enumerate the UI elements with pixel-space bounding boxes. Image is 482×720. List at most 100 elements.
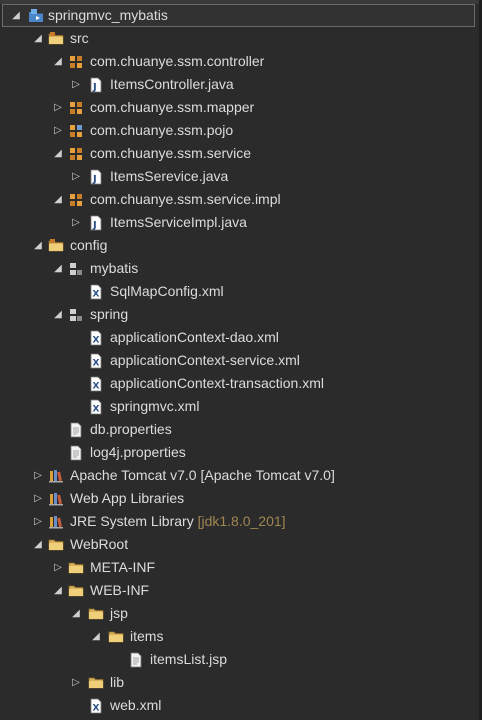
tree-item-items-list-jsp[interactable]: itemsList.jsp	[0, 648, 479, 671]
tree-item-jre-library[interactable]: ▷ JRE System Library [jdk1.8.0_201]	[0, 510, 479, 533]
expand-arrow-icon[interactable]: ▷	[70, 211, 82, 234]
tree-item-label: Apache Tomcat v7.0 [Apache Tomcat v7.0]	[70, 467, 335, 483]
tree-item-items-controller[interactable]: ▷ ItemsController.java	[0, 73, 479, 96]
tree-item-items-service-impl[interactable]: ▷ ItemsServiceImpl.java	[0, 211, 479, 234]
tree-item-items-serevice[interactable]: ▷ ItemsSerevice.java	[0, 165, 479, 188]
expand-arrow-icon[interactable]: ▷	[52, 556, 64, 579]
tree-item-label: lib	[110, 674, 125, 690]
tree-item-label: com.chuanye.ssm.pojo	[90, 122, 234, 138]
tree-item-project[interactable]: ◢ springmvc_mybatis	[2, 4, 475, 27]
folder-icon	[68, 583, 84, 599]
expand-arrow-icon[interactable]: ▷	[52, 119, 64, 142]
tree-item-mapper-package[interactable]: ▷ com.chuanye.ssm.mapper	[0, 96, 479, 119]
tree-item-log4j-properties[interactable]: log4j.properties	[0, 441, 479, 464]
tree-item-context-transaction[interactable]: applicationContext-transaction.xml	[0, 372, 479, 395]
tree-item-springmvc-xml[interactable]: springmvc.xml	[0, 395, 479, 418]
collapse-arrow-icon[interactable]: ◢	[10, 4, 22, 27]
tree-item-label: ItemsController.java	[110, 76, 234, 92]
collapse-arrow-icon[interactable]: ◢	[32, 234, 44, 257]
tree-item-sqlmapconfig[interactable]: SqlMapConfig.xml	[0, 280, 479, 303]
tree-item-label: com.chuanye.ssm.controller	[90, 53, 265, 69]
expand-arrow-icon[interactable]: ▷	[32, 487, 44, 510]
tree-item-lib[interactable]: ▷ lib	[0, 671, 479, 694]
source-folder-icon	[48, 31, 64, 47]
collapse-arrow-icon[interactable]: ◢	[32, 533, 44, 556]
expand-arrow-icon[interactable]: ▷	[52, 96, 64, 119]
tree-item-label: META-INF	[90, 559, 156, 575]
tree-item-service-impl-package[interactable]: ◢ com.chuanye.ssm.service.impl	[0, 188, 479, 211]
tree-item-label: applicationContext-dao.xml	[110, 329, 279, 345]
expand-arrow-icon[interactable]: ▷	[32, 464, 44, 487]
project-tree: ◢ springmvc_mybatis ◢ src ◢ com.chuanye.…	[0, 4, 479, 717]
tree-item-db-properties[interactable]: db.properties	[0, 418, 479, 441]
tree-item-context-service[interactable]: applicationContext-service.xml	[0, 349, 479, 372]
text-file-icon	[128, 652, 144, 668]
tree-item-context-dao[interactable]: applicationContext-dao.xml	[0, 326, 479, 349]
tree-item-label: web.xml	[110, 697, 162, 713]
text-file-icon	[68, 422, 84, 438]
text-file-icon	[68, 445, 84, 461]
tree-item-label: WebRoot	[70, 536, 129, 552]
tree-item-service-package[interactable]: ◢ com.chuanye.ssm.service	[0, 142, 479, 165]
xml-file-icon	[88, 353, 104, 369]
tree-item-label: log4j.properties	[90, 444, 186, 460]
tree-item-label: spring	[90, 306, 129, 322]
xml-file-icon	[88, 284, 104, 300]
tree-item-meta-inf[interactable]: ▷ META-INF	[0, 556, 479, 579]
expand-arrow-icon[interactable]: ▷	[32, 510, 44, 533]
tree-item-label: applicationContext-transaction.xml	[110, 375, 324, 391]
tree-item-label: src	[70, 30, 89, 46]
tree-item-label: WEB-INF	[90, 582, 150, 598]
tree-item-items[interactable]: ◢ items	[0, 625, 479, 648]
xml-file-icon	[88, 330, 104, 346]
tree-item-label: applicationContext-service.xml	[110, 352, 300, 368]
expand-arrow-icon[interactable]: ▷	[70, 165, 82, 188]
tree-item-mybatis[interactable]: ◢ mybatis	[0, 257, 479, 280]
tree-item-tomcat[interactable]: ▷ Apache Tomcat v7.0 [Apache Tomcat v7.0…	[0, 464, 479, 487]
collapse-arrow-icon[interactable]: ◢	[52, 50, 64, 73]
collapse-arrow-icon[interactable]: ◢	[32, 27, 44, 50]
tree-item-webapp-libraries[interactable]: ▷ Web App Libraries	[0, 487, 479, 510]
package-icon	[68, 192, 84, 208]
java-project-icon	[28, 8, 44, 24]
tree-item-label: com.chuanye.ssm.service.impl	[90, 191, 281, 207]
package-folder-icon	[68, 307, 84, 323]
tree-item-pojo-package[interactable]: ▷ com.chuanye.ssm.pojo	[0, 119, 479, 142]
folder-icon	[68, 560, 84, 576]
expand-arrow-icon[interactable]: ▷	[70, 671, 82, 694]
jre-version-decoration: [jdk1.8.0_201]	[197, 513, 286, 529]
tree-item-config[interactable]: ◢ config	[0, 234, 479, 257]
tree-item-jsp[interactable]: ◢ jsp	[0, 602, 479, 625]
tree-item-webroot[interactable]: ◢ WebRoot	[0, 533, 479, 556]
collapse-arrow-icon[interactable]: ◢	[52, 303, 64, 326]
xml-file-icon	[88, 399, 104, 415]
collapse-arrow-icon[interactable]: ◢	[52, 579, 64, 602]
xml-file-icon	[88, 376, 104, 392]
tree-item-label: config	[70, 237, 108, 253]
expand-arrow-icon[interactable]: ▷	[70, 73, 82, 96]
tree-item-label: JRE System Library [jdk1.8.0_201]	[70, 510, 286, 533]
tree-item-src[interactable]: ◢ src	[0, 27, 479, 50]
tree-item-label: springmvc_mybatis	[48, 7, 168, 23]
tree-item-web-inf[interactable]: ◢ WEB-INF	[0, 579, 479, 602]
java-file-icon	[88, 215, 104, 231]
package-icon	[68, 123, 84, 139]
collapse-arrow-icon[interactable]: ◢	[52, 257, 64, 280]
collapse-arrow-icon[interactable]: ◢	[52, 188, 64, 211]
tree-item-label: items	[130, 628, 164, 644]
collapse-arrow-icon[interactable]: ◢	[90, 625, 102, 648]
package-icon	[68, 146, 84, 162]
tree-item-controller-package[interactable]: ◢ com.chuanye.ssm.controller	[0, 50, 479, 73]
library-icon	[48, 491, 64, 507]
folder-icon	[88, 606, 104, 622]
tree-item-spring[interactable]: ◢ spring	[0, 303, 479, 326]
collapse-arrow-icon[interactable]: ◢	[70, 602, 82, 625]
tree-item-web-xml[interactable]: web.xml	[0, 694, 479, 717]
tree-item-label: mybatis	[90, 260, 139, 276]
tree-item-label: ItemsSerevice.java	[110, 168, 229, 184]
collapse-arrow-icon[interactable]: ◢	[52, 142, 64, 165]
library-icon	[48, 468, 64, 484]
package-folder-icon	[68, 261, 84, 277]
tree-item-label: springmvc.xml	[110, 398, 200, 414]
java-file-icon	[88, 77, 104, 93]
